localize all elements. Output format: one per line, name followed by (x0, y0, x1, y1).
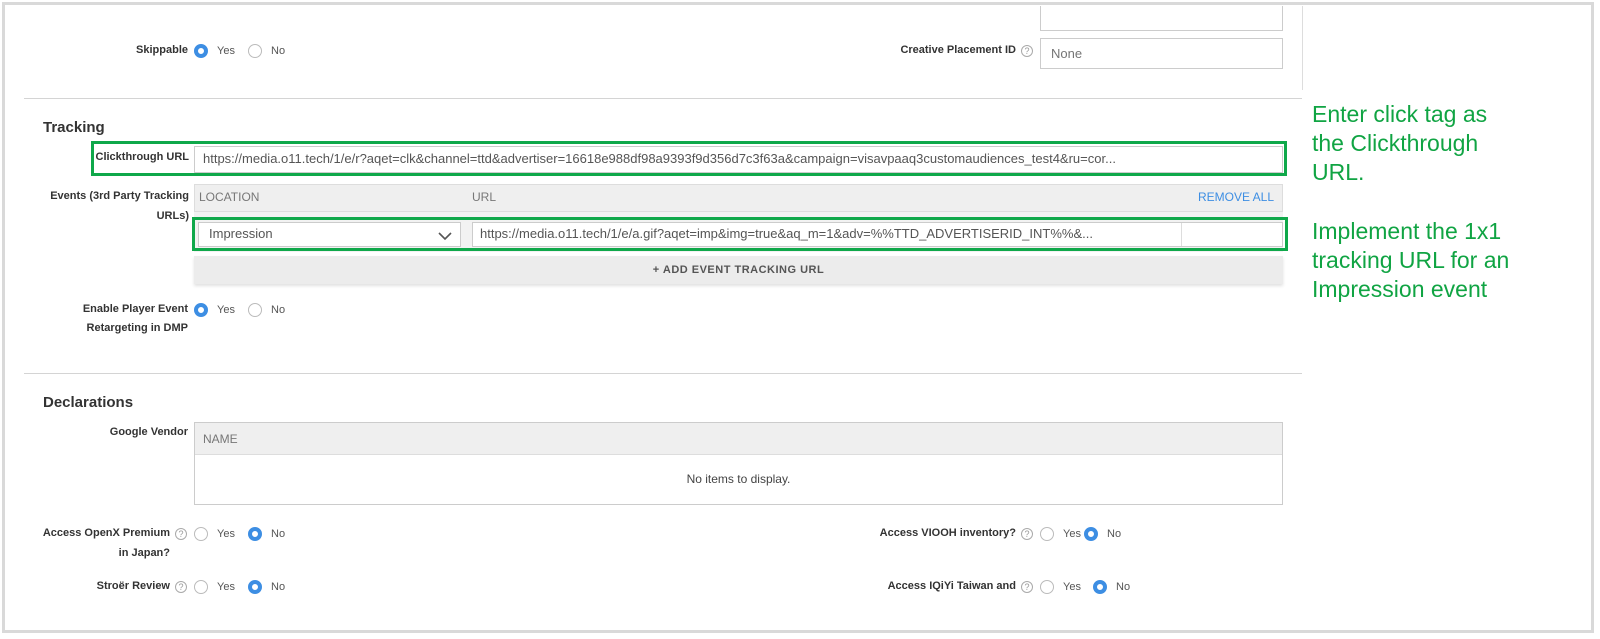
iqiyi-no-label: No (1116, 581, 1131, 593)
impression-annotation: Implement the 1x1 tracking URL for an Im… (1312, 218, 1510, 302)
skippable-no-radio[interactable] (248, 44, 262, 58)
stroer-no-label: No (271, 581, 286, 593)
screenshot-frame (2, 2, 1594, 633)
iqiyi-label: Access IQiYi Taiwan and (887, 580, 1016, 592)
enable-retargeting-label: Enable Player Event Retargeting in DMP (82, 303, 188, 334)
declarations-title: Declarations (43, 394, 134, 411)
event-url-input[interactable]: https://media.o11.tech/1/e/a.gif?aqet=im… (472, 222, 1283, 247)
skippable-no-label: No (271, 45, 286, 57)
divider-tracking (24, 98, 1302, 99)
col-url-header: URL (472, 190, 497, 204)
clickthrough-label: Clickthrough URL (95, 151, 190, 163)
chevron-down-icon (438, 232, 452, 241)
skippable-yes-radio[interactable] (194, 44, 208, 58)
viooh-label: Access VIOOH inventory? (879, 527, 1016, 539)
col-location-header: LOCATION (199, 190, 260, 204)
col-name-header: NAME (203, 432, 238, 446)
viooh-yes-label: Yes (1063, 528, 1081, 540)
enable-retargeting-yes-radio[interactable] (194, 303, 208, 317)
openx-no-label: No (271, 528, 286, 540)
remove-all-link[interactable]: REMOVE ALL (1198, 190, 1274, 204)
stroer-yes-label: Yes (217, 581, 235, 593)
help-icon[interactable]: ? (1021, 45, 1033, 57)
creative-placement-input[interactable] (1040, 38, 1283, 69)
help-icon[interactable]: ? (175, 528, 187, 540)
partial-input-top[interactable] (1040, 6, 1283, 31)
stroer-yes-radio[interactable] (194, 580, 208, 594)
event-url-value: https://media.o11.tech/1/e/a.gif?aqet=im… (480, 226, 1093, 241)
viooh-no-label: No (1107, 528, 1122, 540)
iqiyi-yes-label: Yes (1063, 581, 1081, 593)
openx-yes-radio[interactable] (194, 527, 208, 541)
help-icon[interactable]: ? (1021, 581, 1033, 593)
openx-no-radio[interactable] (248, 527, 262, 541)
creative-placement-label: Creative Placement ID (900, 44, 1016, 56)
event-location-select[interactable]: Impression (198, 222, 461, 247)
tracking-title: Tracking (43, 119, 105, 136)
divider-declarations (24, 373, 1302, 374)
google-vendor-header (195, 423, 1282, 455)
stroer-label: Stroër Review (96, 580, 170, 592)
add-event-tracking-button[interactable]: + ADD EVENT TRACKING URL (194, 256, 1283, 284)
enable-retargeting-no-label: No (271, 304, 286, 316)
add-event-label: + ADD EVENT TRACKING URL (652, 264, 825, 276)
viooh-yes-radio[interactable] (1040, 527, 1054, 541)
click-tag-annotation: Enter click tag as the Clickthrough URL. (1312, 101, 1488, 185)
events-table-header (194, 184, 1283, 212)
right-divider (1302, 6, 1303, 90)
enable-retargeting-yes-label: Yes (217, 304, 235, 316)
iqiyi-yes-radio[interactable] (1040, 580, 1054, 594)
events-label: Events (3rd Party Tracking URLs) (50, 190, 189, 222)
clickthrough-url-value: https://media.o11.tech/1/e/r?aqet=clk&ch… (203, 151, 1116, 166)
viooh-no-radio[interactable] (1084, 527, 1098, 541)
openx-label: Access OpenX Premium in Japan? (42, 527, 170, 559)
skippable-label: Skippable (136, 44, 188, 56)
event-url-separator (1181, 223, 1182, 246)
iqiyi-no-radio[interactable] (1093, 580, 1107, 594)
stroer-no-radio[interactable] (248, 580, 262, 594)
clickthrough-url-input[interactable]: https://media.o11.tech/1/e/r?aqet=clk&ch… (194, 146, 1283, 173)
enable-retargeting-no-radio[interactable] (248, 303, 262, 317)
help-icon[interactable]: ? (1021, 528, 1033, 540)
event-location-value: Impression (209, 226, 273, 241)
google-vendor-label: Google Vendor (109, 426, 188, 438)
help-icon[interactable]: ? (175, 581, 187, 593)
empty-text: No items to display. (686, 472, 791, 486)
skippable-yes-label: Yes (217, 45, 235, 57)
openx-yes-label: Yes (217, 528, 235, 540)
